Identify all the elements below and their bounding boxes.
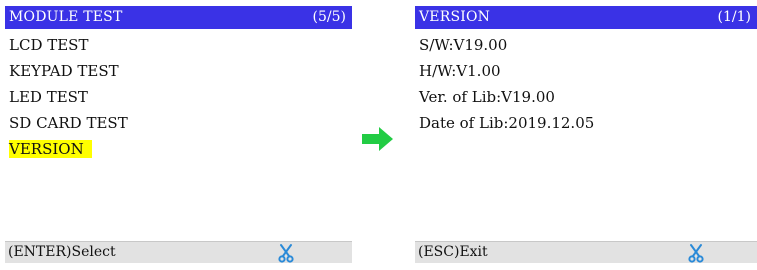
module-test-screen: MODULE TEST (5/5) LCD TEST KEYPAD TEST L… bbox=[5, 6, 352, 263]
screen-title: MODULE TEST bbox=[9, 9, 123, 25]
footer-bar: (ENTER)Select bbox=[5, 241, 352, 263]
menu-item-label: VERSION bbox=[9, 140, 92, 158]
screen-title: VERSION bbox=[419, 9, 491, 25]
menu-item-led-test[interactable]: LED TEST bbox=[5, 88, 352, 114]
footer-bar: (ESC)Exit bbox=[415, 241, 757, 263]
menu-list: LCD TEST KEYPAD TEST LED TEST SD CARD TE… bbox=[5, 36, 352, 166]
page-indicator: (5/5) bbox=[312, 9, 346, 25]
footer-hint: (ESC)Exit bbox=[418, 244, 488, 260]
title-bar: MODULE TEST (5/5) bbox=[5, 6, 352, 29]
scissors-icon bbox=[277, 243, 295, 263]
title-bar: VERSION (1/1) bbox=[415, 6, 757, 29]
page-indicator: (1/1) bbox=[717, 9, 751, 25]
right-arrow-icon bbox=[362, 126, 394, 152]
menu-item-version[interactable]: VERSION bbox=[5, 140, 352, 166]
info-line: Ver. of Lib:V19.00 bbox=[419, 88, 555, 106]
hardware-version: H/W:V1.00 bbox=[415, 62, 757, 88]
version-info-list: S/W:V19.00 H/W:V1.00 Ver. of Lib:V19.00 … bbox=[415, 36, 757, 140]
menu-item-label: KEYPAD TEST bbox=[9, 62, 119, 80]
version-screen: VERSION (1/1) S/W:V19.00 H/W:V1.00 Ver. … bbox=[415, 6, 757, 263]
menu-item-label: LED TEST bbox=[9, 88, 88, 106]
menu-item-sd-card-test[interactable]: SD CARD TEST bbox=[5, 114, 352, 140]
info-line: H/W:V1.00 bbox=[419, 62, 501, 80]
scissors-icon bbox=[687, 243, 705, 263]
software-version: S/W:V19.00 bbox=[415, 36, 757, 62]
info-line: S/W:V19.00 bbox=[419, 36, 508, 54]
menu-item-lcd-test[interactable]: LCD TEST bbox=[5, 36, 352, 62]
library-version: Ver. of Lib:V19.00 bbox=[415, 88, 757, 114]
menu-item-label: SD CARD TEST bbox=[9, 114, 128, 132]
info-line: Date of Lib:2019.12.05 bbox=[419, 114, 595, 132]
footer-hint: (ENTER)Select bbox=[8, 244, 116, 260]
library-date: Date of Lib:2019.12.05 bbox=[415, 114, 757, 140]
menu-item-keypad-test[interactable]: KEYPAD TEST bbox=[5, 62, 352, 88]
menu-item-label: LCD TEST bbox=[9, 36, 89, 54]
